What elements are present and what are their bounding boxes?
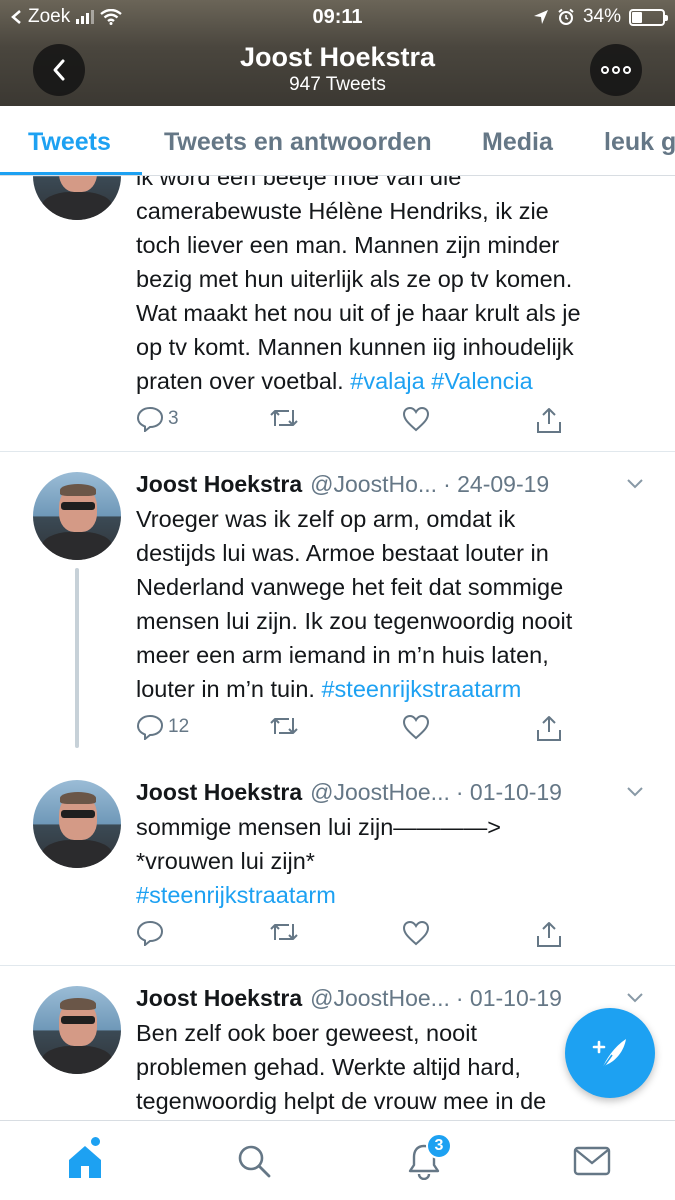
tweet-text: sommige mensen lui zijn————> *vrouwen lu…: [136, 810, 651, 912]
reply-icon: [136, 920, 164, 946]
author-handle[interactable]: @JoostHo...: [310, 471, 437, 498]
compose-feather-icon: [592, 1039, 626, 1070]
thread-line: [75, 568, 79, 748]
hashtags[interactable]: #valaja #Valencia: [350, 368, 532, 394]
home-icon: [69, 1146, 101, 1178]
avatar[interactable]: [33, 472, 121, 560]
like-button[interactable]: [402, 406, 430, 432]
share-icon: [537, 922, 561, 947]
tweet-count: 947 Tweets: [289, 74, 386, 95]
tweet-header: Joost Hoekstra @JoostHo... · 24-09-19: [136, 468, 645, 500]
tweet-header: Joost Hoekstra @JoostHoe... · 01-10-19: [136, 776, 645, 808]
tab-likes[interactable]: leuk g: [604, 128, 675, 157]
author-name[interactable]: Joost Hoekstra: [136, 985, 302, 1012]
reply-count: 12: [168, 716, 190, 737]
profile-tabs: Tweets Tweets en antwoorden Media leuk g: [0, 106, 675, 176]
tab-media[interactable]: Media: [482, 128, 553, 157]
reply-button[interactable]: 3: [136, 406, 179, 432]
hashtags[interactable]: #steenrijkstraatarm: [136, 882, 336, 908]
heart-icon: [402, 714, 430, 740]
tweet-text-partial: ik word een beetje moe van die: [136, 176, 462, 190]
tweet-text: camerabewuste Hélène Hendriks, ik zie to…: [136, 194, 651, 398]
tweet-feed[interactable]: ik word een beetje moe van die camerabew…: [0, 176, 675, 1120]
like-button[interactable]: [402, 920, 430, 946]
reply-icon: [136, 406, 164, 432]
status-right: 34%: [533, 6, 668, 28]
share-icon: [537, 716, 561, 741]
notifications-badge: 3: [426, 1133, 452, 1159]
share-button[interactable]: [536, 406, 562, 434]
chevron-down-icon[interactable]: [625, 780, 645, 802]
tweet-body: Vroeger was ik zelf op arm, omdat ik des…: [136, 506, 573, 702]
tweet[interactable]: Joost Hoekstra @JoostHoe... · 01-10-19 s…: [0, 760, 675, 966]
retweet-icon: [270, 410, 298, 426]
status-bar: Zoek 09:11 34%: [0, 0, 675, 36]
author-name[interactable]: Joost Hoekstra: [136, 471, 302, 498]
search-tab[interactable]: [232, 1139, 276, 1183]
profile-name: Joost Hoekstra: [239, 42, 436, 72]
retweet-button[interactable]: [269, 714, 299, 738]
retweet-button[interactable]: [269, 406, 299, 430]
avatar[interactable]: [33, 780, 121, 868]
author-handle[interactable]: @JoostHoe...: [310, 985, 450, 1012]
heart-icon: [402, 920, 430, 946]
tweet-body: camerabewuste Hélène Hendriks, ik zie to…: [136, 198, 581, 394]
tweet[interactable]: ik word een beetje moe van die camerabew…: [0, 176, 675, 452]
more-button[interactable]: [590, 44, 642, 96]
notifications-tab[interactable]: 3: [402, 1133, 452, 1183]
tweet-text: Vroeger was ik zelf op arm, omdat ik des…: [136, 502, 651, 706]
chevron-left-icon: [53, 59, 65, 81]
home-tab[interactable]: [63, 1137, 107, 1183]
retweet-icon: [270, 924, 298, 940]
share-icon: [537, 408, 561, 433]
compose-tweet-button[interactable]: [565, 1008, 655, 1098]
bottom-tab-bar: 3: [0, 1120, 675, 1200]
tweet-date: · 01-10-19: [455, 984, 562, 1011]
reply-button[interactable]: [136, 920, 164, 946]
avatar[interactable]: [33, 176, 121, 220]
chevron-down-icon[interactable]: [625, 472, 645, 494]
alarm-icon: [558, 8, 574, 25]
like-button[interactable]: [402, 714, 430, 740]
tweet-header: Joost Hoekstra @JoostHoe... · 01-10-19: [136, 982, 645, 1014]
search-icon: [238, 1145, 271, 1178]
tweet-date: · 24-09-19: [443, 470, 550, 497]
messages-tab[interactable]: [570, 1139, 614, 1183]
new-content-dot: [91, 1137, 100, 1146]
retweet-button[interactable]: [269, 920, 299, 944]
active-tab-indicator: [0, 172, 142, 175]
reply-count: 3: [168, 408, 179, 429]
author-name[interactable]: Joost Hoekstra: [136, 779, 302, 806]
hashtags[interactable]: #steenrijkstraatarm: [321, 676, 521, 702]
reply-icon: [136, 714, 164, 740]
profile-title: Joost Hoekstra 947 Tweets: [150, 42, 525, 96]
mail-icon: [573, 1146, 611, 1176]
profile-header: Zoek 09:11 34% Joost Hoekstra 947 Tweets: [0, 0, 675, 106]
avatar[interactable]: [33, 986, 121, 1074]
tweet[interactable]: Joost Hoekstra @JoostHo... · 24-09-19 Vr…: [0, 452, 675, 760]
battery-percentage: 34%: [582, 6, 621, 27]
back-button[interactable]: [33, 44, 85, 96]
location-icon: [533, 10, 548, 24]
tweet-date: · 01-10-19: [455, 778, 562, 805]
tweet-actions: 3: [136, 406, 566, 438]
chevron-down-icon[interactable]: [625, 986, 645, 1008]
author-handle[interactable]: @JoostHoe...: [310, 779, 450, 806]
retweet-icon: [270, 718, 298, 734]
reply-button[interactable]: 12: [136, 714, 189, 740]
tweet-body: sommige mensen lui zijn————> *vrouwen lu…: [136, 814, 502, 874]
battery-icon: [629, 8, 668, 26]
share-button[interactable]: [536, 714, 562, 742]
more-icon: [601, 66, 631, 74]
tweet-actions: [136, 920, 566, 952]
tab-tweets[interactable]: Tweets: [28, 128, 111, 157]
battery-fill: [632, 11, 642, 23]
heart-icon: [402, 406, 430, 432]
tweet-actions: 12: [136, 714, 566, 746]
tab-tweets-and-replies[interactable]: Tweets en antwoorden: [164, 128, 432, 157]
share-button[interactable]: [536, 920, 562, 948]
